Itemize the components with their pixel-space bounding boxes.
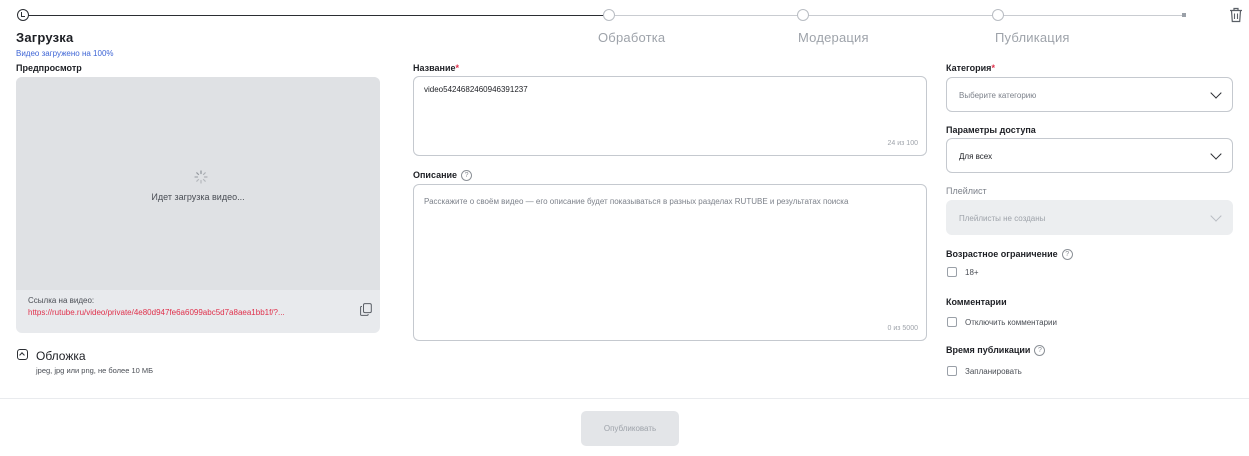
cover-upload-icon[interactable] <box>17 349 28 360</box>
description-input[interactable]: Расскажите о своём видео — его описание … <box>413 184 927 341</box>
publish-time-help-icon[interactable]: ? <box>1034 345 1046 357</box>
access-label: Параметры доступа <box>946 125 1036 135</box>
playlist-select: Плейлисты не созданы <box>946 200 1233 235</box>
cover-hint: jpeg, jpg или png, не более 10 МБ <box>36 366 154 375</box>
description-label: Описание? <box>413 170 473 182</box>
step-label-publication: Публикация <box>995 30 1070 45</box>
copy-icon[interactable] <box>360 303 372 316</box>
chevron-down-icon <box>1210 87 1222 99</box>
publish-time-label: Время публикации? <box>946 345 1046 357</box>
age-restriction-label: Возрастное ограничение? <box>946 249 1073 261</box>
step-connector-active <box>25 15 605 16</box>
disable-comments-checkbox[interactable] <box>947 317 957 327</box>
category-label: Категория* <box>946 63 995 73</box>
title-counter: 24 из 100 <box>887 140 918 147</box>
preview-area: Идет загрузка видео... <box>16 77 380 290</box>
age-restriction-option: 18+ <box>965 268 979 277</box>
video-link-label: Ссылка на видео: <box>28 296 95 305</box>
description-placeholder: Расскажите о своём видео — его описание … <box>424 197 849 206</box>
category-select[interactable]: Выберите категорию <box>946 77 1233 112</box>
upload-progress-text: Видео загружено на 100% <box>16 49 114 58</box>
age-restriction-checkbox[interactable] <box>947 267 957 277</box>
publish-button[interactable]: Опубликовать <box>581 411 679 446</box>
schedule-checkbox[interactable] <box>947 366 957 376</box>
description-counter: 0 из 5000 <box>887 325 918 332</box>
cover-title[interactable]: Обложка <box>36 349 86 363</box>
access-select[interactable]: Для всех <box>946 138 1233 173</box>
preview-title: Предпросмотр <box>16 63 82 73</box>
comments-label: Комментарии <box>946 297 1007 307</box>
video-preview: Идет загрузка видео... Ссылка на видео: … <box>16 77 380 333</box>
chevron-down-icon <box>1210 148 1222 160</box>
title-input[interactable]: video5424682460946391237 24 из 100 <box>413 76 927 156</box>
step-connector <box>615 15 1185 16</box>
chevron-down-icon <box>1210 210 1222 222</box>
playlist-placeholder: Плейлисты не созданы <box>959 214 1046 223</box>
step-moderation-dot <box>797 9 809 21</box>
step-label-upload: Загрузка <box>16 30 74 45</box>
playlist-label: Плейлист <box>946 186 987 196</box>
step-processing-dot <box>603 9 615 21</box>
category-placeholder: Выберите категорию <box>959 91 1037 100</box>
title-label: Название* <box>413 63 459 73</box>
age-help-icon[interactable]: ? <box>1061 249 1073 261</box>
step-label-moderation: Модерация <box>798 30 869 45</box>
schedule-option: Запланировать <box>965 367 1022 376</box>
loading-spinner-icon <box>194 170 208 184</box>
title-input-value: video5424682460946391237 <box>424 85 528 94</box>
upload-status-text: Идет загрузка видео... <box>151 192 245 202</box>
step-publication-dot <box>992 9 1004 21</box>
disable-comments-option: Отключить комментарии <box>965 318 1057 327</box>
access-value: Для всех <box>959 152 993 161</box>
step-upload-check-icon <box>17 9 29 21</box>
footer-divider <box>0 398 1249 399</box>
video-link-url[interactable]: https://rutube.ru/video/private/4e80d947… <box>28 308 353 317</box>
trash-icon[interactable] <box>1229 7 1243 23</box>
description-help-icon[interactable]: ? <box>461 170 473 182</box>
step-label-processing: Обработка <box>598 30 666 45</box>
step-end-marker <box>1182 13 1186 17</box>
